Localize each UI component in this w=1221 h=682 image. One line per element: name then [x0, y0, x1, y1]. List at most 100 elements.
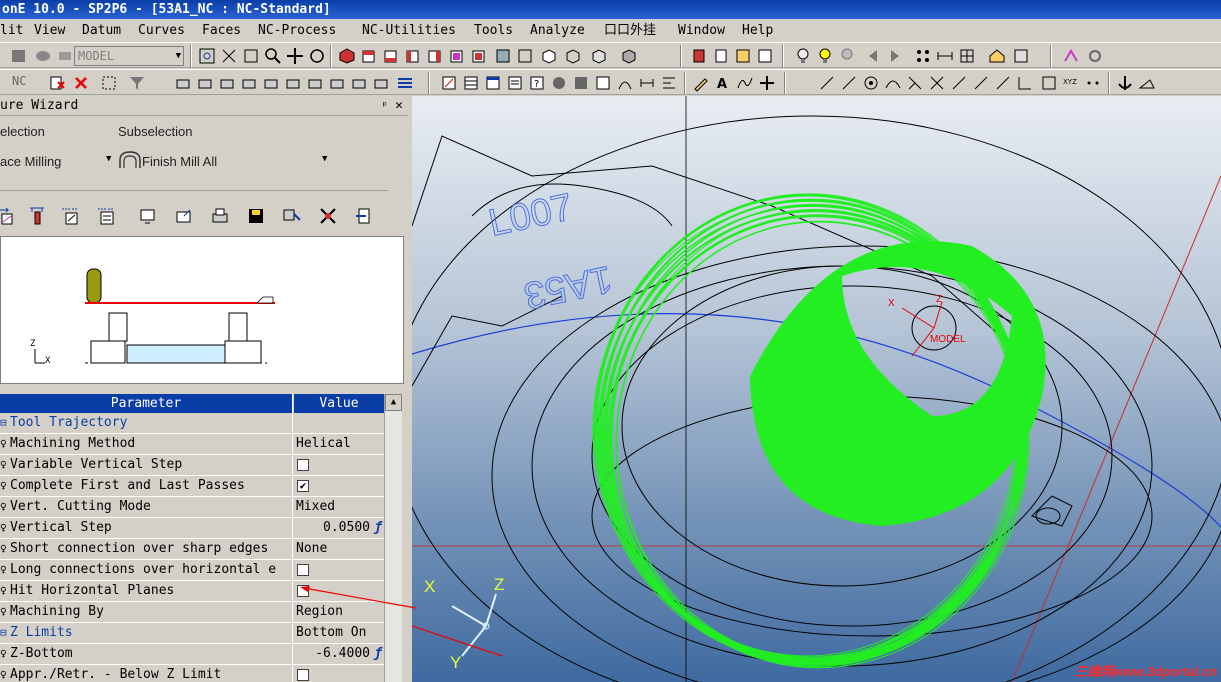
light-on-icon[interactable] [816, 47, 834, 65]
monitor-icon[interactable] [138, 206, 158, 226]
menu-analyze[interactable]: Analyze [530, 20, 585, 42]
anchor-icon[interactable] [1116, 74, 1134, 92]
settings-icon[interactable] [1086, 47, 1104, 65]
parameter-value[interactable]: Bottom On [294, 623, 384, 643]
tool-10-icon[interactable] [372, 74, 390, 92]
parameter-value[interactable]: -6.4000 ƒ [294, 644, 384, 664]
filter-icon[interactable] [128, 74, 146, 92]
layers-icon[interactable] [1012, 47, 1030, 65]
arrow-left-icon[interactable] [864, 47, 882, 65]
collapse-icon[interactable]: ⊟ [0, 623, 10, 643]
parameter-row[interactable]: ♀ Variable Vertical Step [0, 455, 384, 476]
parameter-row[interactable]: ♀ Vertical Step 0.0500 ƒ [0, 518, 384, 539]
solid-icon[interactable] [756, 47, 774, 65]
menu-tools[interactable]: Tools [474, 20, 513, 42]
target-icon[interactable] [862, 74, 880, 92]
parameter-row[interactable]: ♀ Long connections over horizontal e [0, 560, 384, 581]
menu-window[interactable]: Window [678, 20, 725, 42]
pan-icon[interactable] [286, 47, 304, 65]
parameter-value[interactable]: Region [294, 602, 384, 622]
circle-icon[interactable] [550, 74, 568, 92]
box-wire-icon[interactable] [564, 47, 582, 65]
menu-view[interactable]: View [34, 20, 65, 42]
export-icon[interactable] [174, 206, 194, 226]
parameter-value[interactable] [294, 455, 384, 475]
render-icon[interactable] [590, 47, 608, 65]
pencil-icon[interactable] [692, 74, 710, 92]
curve-icon[interactable] [884, 74, 902, 92]
square-icon[interactable] [572, 74, 590, 92]
text-icon[interactable]: A [714, 74, 732, 92]
properties-icon[interactable] [914, 47, 932, 65]
parameter-value[interactable]: 0.0500 ƒ [294, 518, 384, 538]
parameter-row[interactable]: ♀ Appr./Retr. - Below Z Limit [0, 665, 384, 682]
menu-plugins[interactable]: 口口外挂 [604, 20, 656, 42]
parameter-row[interactable]: ♀ Z-Bottom -6.4000 ƒ [0, 644, 384, 665]
parameter-value[interactable] [294, 665, 384, 682]
cylinder-icon[interactable] [690, 47, 708, 65]
menu-help[interactable]: Help [742, 20, 773, 42]
close-icon[interactable]: ✕ [395, 96, 403, 116]
tool-9-icon[interactable] [350, 74, 368, 92]
delete-icon[interactable] [48, 74, 66, 92]
plus-icon[interactable] [758, 74, 776, 92]
tool-3-icon[interactable] [218, 74, 236, 92]
parameter-section[interactable]: ⊟ Z Limits Bottom On [0, 623, 384, 644]
menu-faces[interactable]: Faces [202, 20, 241, 42]
sheet-icon[interactable] [484, 74, 502, 92]
shape-icon[interactable] [0, 206, 20, 226]
graphics-viewport[interactable]: L007 1A53 X Z MODEL X Z Y 三维网www.3dporta… [412, 96, 1221, 682]
wpcs-icon[interactable] [1138, 74, 1156, 92]
offset-icon[interactable] [994, 74, 1012, 92]
arrow-right-icon[interactable] [886, 47, 904, 65]
box-icon[interactable] [540, 47, 558, 65]
view-front-icon[interactable] [360, 47, 378, 65]
tool-7-icon[interactable] [306, 74, 324, 92]
parameter-row[interactable]: ♀ Vert. Cutting Mode Mixed [0, 497, 384, 518]
viewport-drawing[interactable]: L007 1A53 X Z MODEL X Z Y [412, 96, 1221, 682]
xyz-icon[interactable]: XYZ [1062, 74, 1080, 92]
menu-edit[interactable]: lit [0, 20, 23, 42]
parameter-row[interactable]: ♀ Complete First and Last Passes ✔ [0, 476, 384, 497]
tool-4-icon[interactable] [240, 74, 258, 92]
menu-nc-utilities[interactable]: NC-Utilities [362, 20, 456, 42]
new-file-icon[interactable] [10, 47, 28, 65]
zoom-fit-icon[interactable] [220, 47, 238, 65]
verify-icon[interactable] [318, 206, 338, 226]
parameter-checkbox[interactable]: ✔ [297, 480, 309, 492]
shade-icon[interactable] [494, 47, 512, 65]
parameter-value[interactable]: Mixed [294, 497, 384, 517]
close-red-icon[interactable] [72, 74, 90, 92]
help-icon[interactable]: ? [528, 74, 546, 92]
parameter-row[interactable]: ♀ Hit Horizontal Planes [0, 581, 384, 602]
arc-icon[interactable] [616, 74, 634, 92]
parameter-checkbox[interactable] [297, 669, 309, 681]
snap-icon[interactable] [594, 74, 612, 92]
line-2-icon[interactable] [840, 74, 858, 92]
tool-6-icon[interactable] [284, 74, 302, 92]
view-back-icon[interactable] [382, 47, 400, 65]
rotate-icon[interactable] [308, 47, 326, 65]
line-icon[interactable] [818, 74, 836, 92]
parameter-section[interactable]: ⊟ Tool Trajectory [0, 413, 384, 434]
motion-params-icon[interactable] [62, 206, 82, 226]
menu-nc-process[interactable]: NC-Process [258, 20, 336, 42]
light-bulb-icon[interactable] [794, 47, 812, 65]
parameter-value[interactable]: None [294, 539, 384, 559]
menu-datum[interactable]: Datum [82, 20, 121, 42]
dimension-icon[interactable] [638, 74, 656, 92]
parameter-row[interactable]: ♀ Machining By Region [0, 602, 384, 623]
scroll-up-icon[interactable]: ▲ [385, 394, 402, 411]
rect-icon[interactable] [1040, 74, 1058, 92]
trim-icon[interactable] [906, 74, 924, 92]
extend-icon[interactable] [950, 74, 968, 92]
view-right-icon[interactable] [426, 47, 444, 65]
parameter-value[interactable]: ✔ [294, 476, 384, 496]
wireframe-icon[interactable] [516, 47, 534, 65]
save-icon[interactable] [246, 206, 266, 226]
pin-icon[interactable]: ᵖ [381, 96, 388, 116]
house-icon[interactable] [988, 47, 1006, 65]
collapse-icon[interactable]: ⊟ [0, 413, 10, 433]
view-left-icon[interactable] [404, 47, 422, 65]
align-icon[interactable] [660, 74, 678, 92]
